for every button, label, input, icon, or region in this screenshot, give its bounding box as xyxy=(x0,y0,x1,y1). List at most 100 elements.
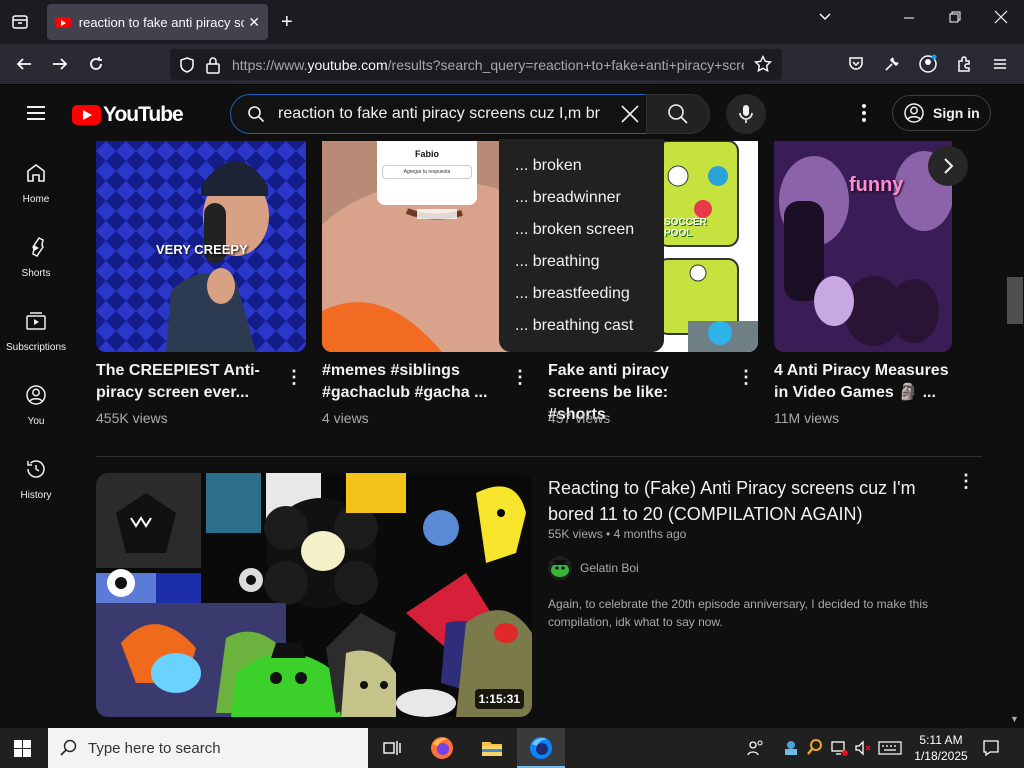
taskbar-search-placeholder: Type here to search xyxy=(88,739,221,757)
lock-icon[interactable] xyxy=(205,56,221,79)
bookmark-star-icon[interactable] xyxy=(753,54,773,78)
tools-wrench-icon[interactable] xyxy=(880,52,904,76)
address-bar[interactable]: https://www.youtube.com/results?search_q… xyxy=(170,49,782,80)
video-age: 4 months ago xyxy=(613,527,687,541)
new-tab-icon[interactable]: + xyxy=(281,11,293,34)
youtube-favicon-icon xyxy=(55,16,71,28)
short-views: 11M views xyxy=(774,410,840,426)
guide-label: Home xyxy=(22,194,50,205)
short-title[interactable]: 4 Anti Piracy Measures in Video Games 🗿 … xyxy=(774,360,954,404)
extensions-icon[interactable] xyxy=(952,52,976,76)
guide-label: You xyxy=(27,416,45,427)
mini-guide: Home Shorts Subscriptions You History xyxy=(0,141,72,728)
voice-search-button[interactable] xyxy=(726,94,766,134)
firefox-taskbar-icon[interactable] xyxy=(428,734,456,762)
short-thumbnail[interactable]: VERY CREEPY xyxy=(96,141,306,352)
short-menu-kebab-icon[interactable]: ⋮ xyxy=(285,368,303,386)
windows-taskbar: Type here to search 5:11 AM 1/18/2025 xyxy=(0,728,1024,768)
short-views: 4 views xyxy=(322,410,369,426)
guide-label: Subscriptions xyxy=(5,342,67,353)
tracking-protection-icon[interactable] xyxy=(178,56,196,79)
guide-item-you[interactable]: You xyxy=(0,383,72,427)
suggestion-item[interactable]: ... breathing xyxy=(499,253,664,285)
reply-card-name: Fabio xyxy=(415,149,439,159)
shelf-next-button[interactable] xyxy=(928,146,968,186)
search-query-text: reaction to fake anti piracy screens cuz… xyxy=(278,105,600,122)
close-window-icon[interactable] xyxy=(994,10,1008,29)
youtube-logo[interactable]: YouTube xyxy=(72,103,184,127)
home-icon xyxy=(27,164,45,182)
tab-title: reaction to fake anti piracy scre xyxy=(78,14,245,30)
video-thumbnail[interactable]: 1:15:31 xyxy=(96,473,532,717)
pocket-icon[interactable] xyxy=(844,52,868,76)
video-title[interactable]: Reacting to (Fake) Anti Piracy screens c… xyxy=(548,475,928,527)
search-suggestions-dropdown: ... broken ... breadwinner ... broken sc… xyxy=(499,139,664,352)
taskbar-search-box[interactable]: Type here to search xyxy=(48,728,368,768)
tab-close-icon[interactable]: ✕ xyxy=(248,14,260,31)
short-thumbnail[interactable]: funny xyxy=(774,141,952,352)
short-overlay-text: VERY CREEPY xyxy=(156,242,248,257)
guide-item-subscriptions[interactable]: Subscriptions xyxy=(0,309,72,353)
short-thumbnail-image xyxy=(774,141,952,352)
task-view-icon[interactable] xyxy=(378,734,406,762)
back-icon[interactable] xyxy=(12,52,36,76)
guide-label: History xyxy=(20,490,52,501)
guide-item-shorts[interactable]: Shorts xyxy=(0,235,72,279)
people-icon[interactable] xyxy=(746,739,764,762)
video-menu-kebab-icon[interactable]: ⋮ xyxy=(957,472,975,490)
search-button[interactable] xyxy=(646,94,710,134)
video-description: Again, to celebrate the 20th episode ann… xyxy=(548,597,929,629)
scrollbar-thumb[interactable] xyxy=(1007,277,1023,324)
sign-in-button[interactable]: Sign in xyxy=(892,95,991,131)
network-icon[interactable] xyxy=(830,739,848,762)
volume-muted-icon[interactable] xyxy=(854,739,872,762)
clear-search-icon[interactable] xyxy=(619,103,641,130)
menu-hamburger-icon[interactable] xyxy=(988,52,1012,76)
short-menu-kebab-icon[interactable]: ⋮ xyxy=(511,368,529,386)
minimize-icon[interactable] xyxy=(903,10,915,29)
forward-icon[interactable] xyxy=(48,52,72,76)
action-center-icon[interactable] xyxy=(982,739,1000,762)
windows-start-icon[interactable] xyxy=(14,740,31,762)
tray-search-icon[interactable] xyxy=(806,738,824,761)
short-overlay-text: SOCCER POOL xyxy=(664,217,707,239)
chevron-right-icon xyxy=(944,158,954,174)
guide-menu-icon[interactable] xyxy=(24,101,48,130)
file-explorer-icon[interactable] xyxy=(478,734,506,762)
account-icon[interactable] xyxy=(916,52,940,76)
search-icon xyxy=(247,105,265,128)
short-title[interactable]: The CREEPIEST Anti-piracy screen ever... xyxy=(96,360,276,404)
firefox-active-taskbar-button[interactable] xyxy=(517,728,565,768)
keyboard-icon[interactable] xyxy=(878,740,902,761)
suggestion-item[interactable]: ... broken xyxy=(499,157,664,189)
sign-in-label: Sign in xyxy=(933,105,980,121)
clock-time: 5:11 AM xyxy=(919,733,963,747)
search-input[interactable]: reaction to fake anti piracy screens cuz… xyxy=(230,94,647,134)
guide-item-home[interactable]: Home xyxy=(0,161,72,205)
channel-name[interactable]: Gelatin Boi xyxy=(580,561,639,575)
guide-label: Shorts xyxy=(21,268,51,279)
suggestion-item[interactable]: ... broken screen xyxy=(499,221,664,253)
suggestion-item[interactable]: ... breathing cast xyxy=(499,317,664,349)
page-scrollbar[interactable] xyxy=(1006,141,1024,728)
scroll-down-arrow-icon[interactable]: ▼ xyxy=(1010,714,1019,724)
guide-item-history[interactable]: History xyxy=(0,457,72,501)
restore-icon[interactable] xyxy=(949,10,961,29)
taskbar-clock[interactable]: 5:11 AM 1/18/2025 xyxy=(910,732,972,764)
tab-overview-icon[interactable] xyxy=(10,12,30,32)
reload-icon[interactable] xyxy=(84,52,108,76)
clock-date: 1/18/2025 xyxy=(914,749,968,763)
channel-avatar[interactable] xyxy=(548,556,572,580)
settings-kebab-icon[interactable] xyxy=(860,102,868,129)
suggestion-item[interactable]: ... breadwinner xyxy=(499,189,664,221)
browser-tab-active[interactable]: reaction to fake anti piracy scre ✕ xyxy=(47,4,268,40)
suggestion-item[interactable]: ... breastfeeding xyxy=(499,285,664,317)
reply-card: Fabio Agregar tu respuesta xyxy=(377,141,477,205)
meta-separator: • xyxy=(606,527,611,541)
short-menu-kebab-icon[interactable]: ⋮ xyxy=(737,368,755,386)
tray-app-icon[interactable] xyxy=(782,738,800,761)
list-all-tabs-icon[interactable] xyxy=(818,10,832,29)
video-views: 55K views xyxy=(548,527,603,541)
short-title[interactable]: #memes #siblings #gachaclub #gacha ... xyxy=(322,360,502,404)
browser-tab-strip: reaction to fake anti piracy scre ✕ + xyxy=(0,0,1024,44)
